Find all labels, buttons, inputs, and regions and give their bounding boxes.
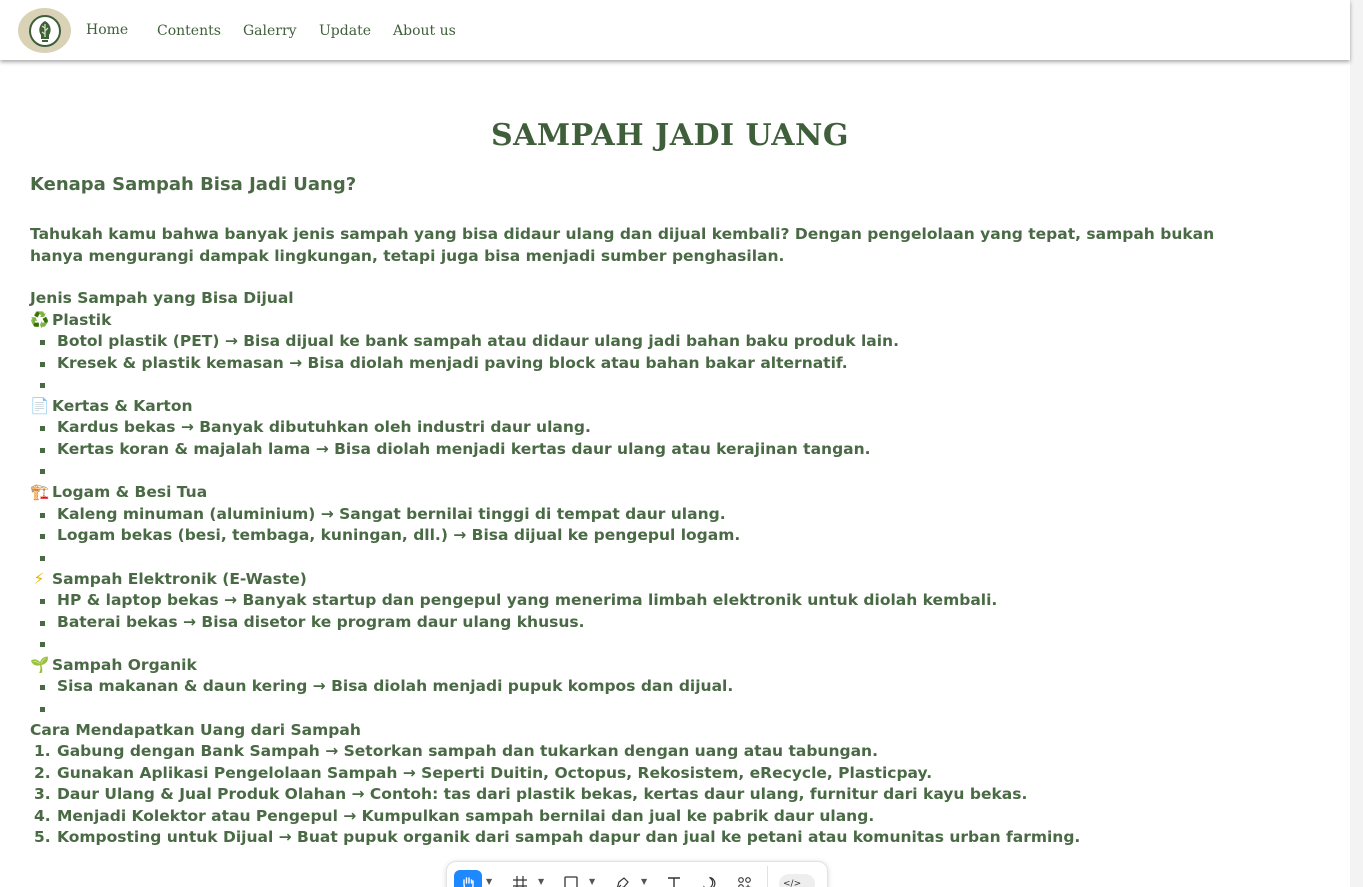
rectangle-tool-icon	[564, 876, 578, 887]
nav-galerry[interactable]: Galerry	[243, 23, 297, 39]
list-item: Kardus bekas → Banyak dibutuhkan oleh in…	[57, 418, 591, 436]
step-item: Komposting untuk Dijual → Buat pupuk org…	[57, 828, 1081, 846]
step-number: 1.	[34, 742, 51, 760]
list-item: Logam bekas (besi, tembaga, kuningan, dl…	[57, 526, 741, 544]
bullet	[40, 685, 45, 690]
leaf-lightbulb-icon	[28, 14, 61, 47]
main-content: SAMPAH JADI UANG Kenapa Sampah Bisa Jadi…	[0, 60, 1350, 887]
nav-about-us[interactable]: About us	[393, 23, 456, 39]
category-elektronik: ⚡ Sampah Elektronik (E-Waste)	[30, 569, 307, 590]
step-number: 2.	[34, 764, 51, 782]
bullet	[40, 469, 45, 474]
nav-contents[interactable]: Contents	[157, 23, 221, 39]
toolbar-divider	[767, 866, 768, 887]
scrollbar-gutter[interactable]	[1350, 0, 1363, 887]
code-toggle-icon: </>	[783, 879, 802, 887]
design-toolbar: ▼ ▼ ▼ ▼ </>	[446, 861, 828, 887]
chevron-down-icon[interactable]: ▼	[538, 877, 544, 886]
category-label: Plastik	[52, 311, 112, 329]
hand-tool-button[interactable]	[454, 870, 482, 887]
pen-tool-button[interactable]	[609, 872, 635, 887]
steps-heading: Cara Mendapatkan Uang dari Sampah	[30, 721, 361, 739]
rectangle-tool-button[interactable]	[558, 872, 584, 887]
bullet	[40, 340, 45, 345]
bullet	[40, 621, 45, 626]
step-item: Menjadi Kolektor atau Pengepul → Kumpulk…	[57, 807, 875, 825]
section-heading: Kenapa Sampah Bisa Jadi Uang?	[30, 174, 357, 195]
step-number: 4.	[34, 807, 51, 825]
code-toggle-button[interactable]: </>	[779, 874, 815, 887]
category-label: Sampah Organik	[52, 656, 197, 674]
list-item: Baterai bekas → Bisa disetor ke program …	[57, 613, 585, 631]
lightning-icon: ⚡	[33, 570, 45, 588]
category-kertas: 📄 Kertas & Karton	[30, 396, 193, 417]
bullet	[40, 362, 45, 367]
category-label: Logam & Besi Tua	[52, 483, 208, 501]
nav-update[interactable]: Update	[319, 23, 371, 39]
step-item: Daur Ulang & Jual Produk Olahan → Contoh…	[57, 785, 1028, 803]
step-number: 5.	[34, 828, 51, 846]
list-item: Kertas koran & majalah lama → Bisa diola…	[57, 440, 871, 458]
bullet	[40, 642, 45, 647]
bullet	[40, 426, 45, 431]
crane-icon: 🏗️	[30, 483, 50, 501]
text-tool-button[interactable]	[661, 872, 687, 887]
bullet	[40, 707, 45, 712]
list-item: HP & laptop bekas → Banyak startup dan p…	[57, 591, 998, 609]
category-plastik: ♻️ Plastik	[30, 310, 111, 331]
bullet	[40, 448, 45, 453]
frame-tool-button[interactable]	[507, 872, 533, 887]
paper-icon: 📄	[30, 397, 50, 415]
category-logam: 🏗️ Logam & Besi Tua	[30, 482, 207, 503]
top-navbar: Home Contents Galerry Update About us	[0, 0, 1350, 60]
logo[interactable]	[18, 8, 71, 53]
recycle-icon: ♻️	[30, 311, 50, 329]
components-button[interactable]	[731, 872, 757, 887]
list-item: Sisa makanan & daun kering → Bisa diolah…	[57, 677, 734, 695]
list-item: Kaleng minuman (aluminium) → Sangat bern…	[57, 505, 726, 523]
category-label: Kertas & Karton	[52, 397, 193, 415]
list-item: Kresek & plastik kemasan → Bisa diolah m…	[57, 354, 848, 372]
category-label: Sampah Elektronik (E-Waste)	[52, 570, 307, 588]
step-number: 3.	[34, 785, 51, 803]
category-organik: 🌱 Sampah Organik	[30, 655, 197, 676]
pen-tool-icon	[616, 876, 629, 887]
chevron-down-icon[interactable]: ▼	[589, 877, 595, 886]
hand-tool-icon	[463, 877, 474, 887]
frame-tool-icon	[513, 876, 527, 887]
comment-tool-button[interactable]	[696, 872, 722, 887]
intro-paragraph: Tahukah kamu bahwa banyak jenis sampah y…	[30, 225, 1215, 265]
bullet	[40, 599, 45, 604]
bullet	[40, 534, 45, 539]
list-item: Botol plastik (PET) → Bisa dijual ke ban…	[57, 332, 899, 350]
bullet	[40, 383, 45, 388]
step-item: Gunakan Aplikasi Pengelolaan Sampah → Se…	[57, 764, 933, 782]
nav-home[interactable]: Home	[86, 22, 128, 38]
components-icon	[737, 876, 751, 887]
sprout-icon: 🌱	[30, 656, 50, 674]
types-heading: Jenis Sampah yang Bisa Dijual	[30, 289, 294, 307]
page-title: SAMPAH JADI UANG	[490, 118, 850, 153]
step-item: Gabung dengan Bank Sampah → Setorkan sam…	[57, 742, 878, 760]
bullet	[40, 556, 45, 561]
bullet	[40, 513, 45, 518]
comment-tool-icon	[702, 876, 715, 887]
text-tool-icon	[668, 877, 680, 887]
chevron-down-icon[interactable]: ▼	[486, 877, 492, 886]
chevron-down-icon[interactable]: ▼	[641, 877, 647, 886]
